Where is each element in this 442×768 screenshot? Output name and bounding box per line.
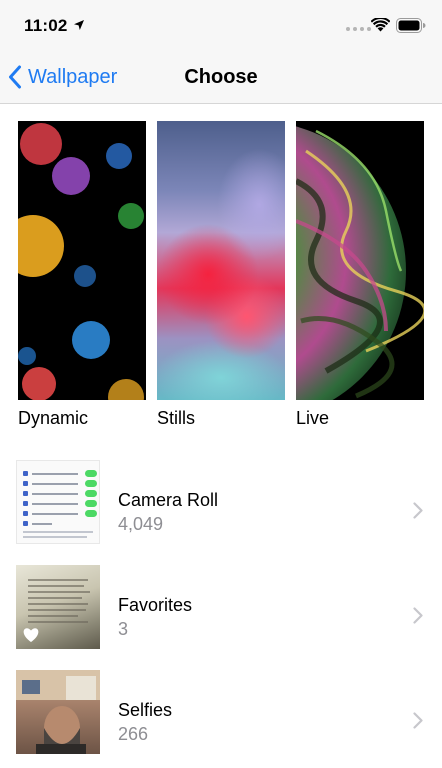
wallpaper-categories: Dynamic Stills Live xyxy=(18,121,424,431)
wifi-icon xyxy=(371,18,390,32)
wallpaper-category-label: Dynamic xyxy=(18,408,89,428)
battery-icon xyxy=(396,18,426,33)
camera-roll-thumbnail xyxy=(16,460,100,544)
album-count: 3 xyxy=(118,619,129,639)
page-title: Choose xyxy=(184,66,258,88)
album-row-camera-roll[interactable]: Camera Roll 4,049 xyxy=(0,460,442,550)
wallpaper-category-dynamic[interactable]: Dynamic xyxy=(18,121,146,431)
wallpaper-category-label: Live xyxy=(296,408,330,428)
album-title: Camera Roll xyxy=(118,490,219,510)
chevron-right-icon xyxy=(413,712,423,729)
chevron-right-icon xyxy=(413,502,423,519)
stills-wallpaper-thumbnail xyxy=(157,121,285,400)
wallpaper-category-live[interactable]: Live xyxy=(296,121,424,431)
heart-icon xyxy=(23,628,39,642)
cellular-signal-icon xyxy=(346,27,371,31)
album-count: 266 xyxy=(118,724,149,744)
dynamic-wallpaper-thumbnail xyxy=(18,121,146,400)
album-row-favorites[interactable]: Favorites 3 xyxy=(0,565,442,655)
album-row-selfies[interactable]: Selfies 266 xyxy=(0,670,442,760)
selfies-thumbnail xyxy=(16,670,100,754)
album-count: 4,049 xyxy=(118,514,164,534)
favorites-thumbnail xyxy=(16,565,100,649)
status-time: 11:02 xyxy=(24,16,68,35)
live-wallpaper-thumbnail xyxy=(296,121,424,400)
status-bar: 11:02 xyxy=(0,0,442,50)
location-arrow-icon xyxy=(74,20,84,30)
album-title: Selfies xyxy=(118,700,173,720)
album-title: Favorites xyxy=(118,595,193,615)
navigation-bar: Wallpaper Choose xyxy=(0,50,442,104)
wallpaper-category-stills[interactable]: Stills xyxy=(157,121,285,431)
chevron-right-icon xyxy=(413,607,423,624)
wallpaper-category-label: Stills xyxy=(157,408,196,428)
